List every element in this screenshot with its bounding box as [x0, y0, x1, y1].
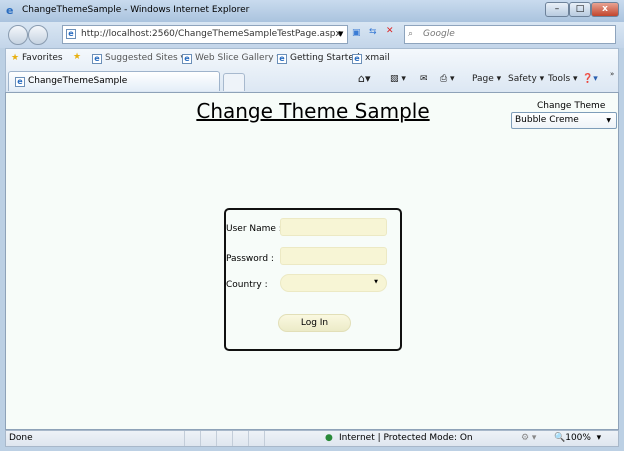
change-theme-label: Change Theme — [537, 101, 606, 111]
chevron-more-icon[interactable]: » — [610, 70, 614, 78]
tab-label: ChangeThemeSample — [28, 76, 128, 86]
forward-button[interactable] — [28, 25, 48, 45]
address-bar[interactable]: e http://localhost:2560/ChangeThemeSample… — [62, 25, 348, 44]
favorites-label: Favorites — [21, 53, 63, 63]
security-icon[interactable]: ⚙ ▾ — [521, 431, 536, 446]
zoom-level: 100% — [565, 433, 591, 443]
zoom-control[interactable]: 🔍100% ▾ — [554, 431, 601, 446]
favorite-web-slice-gallery[interactable]: e Web Slice Gallery ▾ — [182, 53, 281, 64]
maximize-button[interactable]: □ — [569, 2, 591, 17]
favorites-button[interactable]: ★ Favorites — [11, 53, 63, 63]
print-icon[interactable]: ⎙ ▾ — [440, 74, 455, 84]
chevron-down-icon: ▼ — [374, 279, 378, 285]
country-label: Country : — [226, 280, 268, 290]
favorite-getting-started[interactable]: e Getting Started — [277, 53, 360, 64]
window-title: ChangeThemeSample - Windows Internet Exp… — [22, 5, 250, 15]
fav-label: Getting Started — [290, 53, 360, 63]
username-label: User Name : — [226, 224, 282, 234]
address-dropdown-icon[interactable]: ▼ — [338, 30, 343, 38]
refresh-icon[interactable]: ⇆ — [369, 27, 377, 37]
new-tab-button[interactable] — [223, 73, 245, 91]
password-input[interactable] — [280, 247, 387, 265]
page-icon: e — [66, 29, 76, 39]
page-content: Change Theme Sample Change Theme Bubble … — [5, 92, 619, 430]
search-input[interactable]: ⌕ Google — [404, 25, 616, 44]
feeds-icon[interactable]: ▧ ▾ — [390, 74, 406, 84]
tab-changethemesample[interactable]: e ChangeThemeSample — [8, 71, 220, 91]
login-panel: User Name : Password : Country : ▼ Log I… — [224, 208, 402, 351]
close-button[interactable]: x — [591, 2, 619, 17]
chevron-down-icon: ▼ — [606, 117, 611, 124]
page-menu[interactable]: Page ▾ — [472, 74, 501, 84]
fav-label: Suggested Sites ▾ — [105, 53, 186, 63]
favorite-xmail[interactable]: e xmail — [352, 53, 390, 64]
ie-tab-icon: e — [15, 77, 25, 87]
zone-text: Internet | Protected Mode: On — [339, 433, 473, 443]
url-text: http://localhost:2560/ChangeThemeSampleT… — [81, 29, 341, 39]
mail-icon[interactable]: ✉ — [420, 74, 428, 84]
stop-icon[interactable]: ✕ — [386, 26, 394, 36]
country-select[interactable]: ▼ — [280, 274, 387, 292]
ie-logo-icon: e — [6, 4, 14, 17]
username-input[interactable] — [280, 218, 387, 236]
fav-label: xmail — [365, 53, 390, 63]
minimize-button[interactable]: – — [545, 2, 569, 17]
fav-label: Web Slice Gallery ▾ — [195, 53, 281, 63]
search-placeholder: Google — [423, 29, 455, 39]
login-button[interactable]: Log In — [278, 314, 351, 332]
address-row: e http://localhost:2560/ChangeThemeSample… — [0, 22, 624, 48]
add-favorite-icon[interactable]: ★ — [73, 52, 81, 62]
globe-icon: ● — [325, 433, 333, 443]
password-label: Password : — [226, 254, 274, 264]
search-icon: ⌕ — [408, 29, 414, 39]
theme-select[interactable]: Bubble Creme ▼ — [511, 112, 617, 129]
status-text: Done — [9, 433, 33, 443]
title-bar: e ChangeThemeSample - Windows Internet E… — [0, 0, 624, 22]
help-icon[interactable]: ❓▾ — [582, 74, 598, 84]
tools-menu[interactable]: Tools ▾ — [548, 74, 578, 84]
status-bar: Done ● Internet | Protected Mode: On ⚙ ▾… — [5, 430, 619, 447]
theme-value: Bubble Creme — [515, 115, 579, 125]
home-icon[interactable]: ⌂▾ — [358, 72, 371, 85]
favorite-suggested-sites[interactable]: e Suggested Sites ▾ — [92, 53, 185, 64]
safety-menu[interactable]: Safety ▾ — [508, 74, 544, 84]
star-icon: ★ — [11, 53, 20, 63]
back-button[interactable] — [8, 25, 28, 45]
compatibility-icon[interactable]: ▣ — [352, 28, 361, 38]
zoom-icon: 🔍 — [554, 433, 566, 443]
